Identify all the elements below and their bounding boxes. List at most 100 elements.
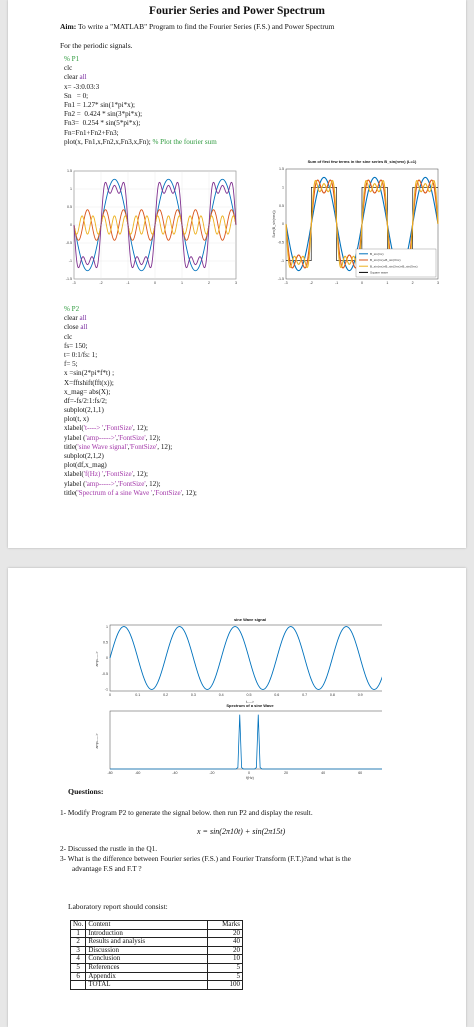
- figure-spectrum: Spectrum of a sine Wave -80 -60 -40 -20 0 20 4…: [95, 703, 382, 780]
- code-line: ylabel ('amp----->','FontSize', 12);: [64, 479, 161, 488]
- y-tick-label: -0.5: [66, 241, 72, 245]
- column-header-no: No.: [69, 920, 87, 930]
- code-line: x_mag= abs(X);: [64, 387, 111, 396]
- code-line: f= 5;: [64, 360, 78, 369]
- y-tick-label: 0: [106, 656, 108, 660]
- equation: x = sin(2π10t) + sin(2π15t): [197, 827, 286, 836]
- code-line: Fn=Fn1+Fn2+Fn3;: [64, 128, 119, 137]
- questions-heading: Questions:: [68, 787, 104, 796]
- x-tick-label: 0.2: [163, 693, 168, 697]
- y-axis-label: Sum(B_sin(nπx)): [272, 210, 276, 237]
- column-header-marks: Marks: [207, 920, 243, 930]
- x-tick-label: 1: [386, 281, 388, 285]
- row-marks: 100: [207, 980, 243, 990]
- code-line: % P1: [64, 55, 80, 63]
- x-tick-label: 2: [208, 281, 210, 285]
- code-line: df=-fs/2:1:fs/2;: [64, 396, 108, 405]
- y-tick-labels: 1 0.5 0 -0.5 -1: [102, 625, 108, 692]
- x-tick-label: 40: [321, 771, 325, 775]
- x-tick-labels: -80-60-40-20020406080: [107, 771, 362, 775]
- legend-label: B_sin(πx)+B_sin(3πx): [370, 258, 401, 262]
- code-line: ylabel ('amp----->','FontSize', 12);: [64, 433, 161, 442]
- code-line: subplot(2,1,2): [64, 452, 104, 460]
- legend-label: B_sin(πx)+B_sin(3πx)+B_sin(5πx): [370, 264, 418, 268]
- marks-table: No. Content Marks 1 Introduction 20 2 Result…: [69, 920, 243, 990]
- x-tick-label: 0.5: [247, 693, 252, 697]
- page-title: Fourier Series and Power Spectrum: [149, 5, 325, 17]
- code-line: t= 0:1/fs: 1;: [64, 350, 98, 359]
- x-tick-label: 0.1: [135, 693, 140, 697]
- x-tick-label: 0.4: [219, 693, 224, 697]
- code-line: close all: [64, 323, 88, 332]
- x-tick-labels: -3 -2 -1 0 1 2 3: [72, 281, 237, 285]
- matlab-code-p2: % P2 clear all close all clc fs= 150; t= 0:1/…: [64, 305, 197, 498]
- x-tick-label: -1: [335, 281, 338, 285]
- y-tick-label: 0.5: [67, 205, 72, 209]
- y-tick-label: 1.5: [279, 167, 284, 171]
- y-tick-label: 0: [70, 223, 72, 227]
- figure-title: Spectrum of a sine Wave: [226, 703, 274, 708]
- x-tick-label: 0: [248, 771, 250, 775]
- figure-partial-sums: Sum of first few terms in the sine serie…: [272, 159, 439, 285]
- code-line: clc: [64, 332, 73, 341]
- column-header-content: Content: [85, 920, 208, 930]
- question-3: 3- What is the difference between Fourie…: [60, 854, 351, 863]
- lab-report-heading: Laboratory report should consist:: [68, 902, 168, 911]
- code-line: plot(t, x): [64, 415, 89, 424]
- aim-text: To write a "MATLAB" Program to find the …: [78, 22, 335, 31]
- table-row: 5 References 5: [69, 962, 243, 973]
- code-line: title('sine Wave signal','FontSize', 12)…: [64, 442, 173, 451]
- figure-fourier-terms: 1.5 1 0.5 0 -0.5 -1 -1.5 -3 -2 -1 0 1 2 3: [66, 169, 237, 285]
- x-tick-label: 0.6: [274, 693, 279, 697]
- y-tick-label: -0.5: [278, 241, 284, 245]
- x-tick-label: -3: [284, 281, 287, 285]
- x-tick-label: -2: [99, 281, 102, 285]
- y-tick-labels: 1.5 1 0.5 0 -0.5 -1 -1.5: [66, 169, 72, 281]
- x-tick-labels: 00.10.20.30.40.50.60.70.80.91: [109, 693, 363, 697]
- question-1: 1- Modify Program P2 to generate the sig…: [60, 808, 313, 817]
- code-line: X=fftshift(fft(x));: [64, 378, 114, 387]
- x-tick-label: 60: [358, 771, 362, 775]
- y-tick-label: 1: [106, 625, 108, 629]
- x-tick-label: 3: [437, 281, 439, 285]
- code-line: title('Spectrum of a sine Wave ','FontSi…: [64, 488, 197, 497]
- row-content: Results and analysis: [85, 937, 208, 947]
- table-row: TOTAL 100: [69, 980, 243, 990]
- code-line: fs= 150;: [64, 341, 88, 350]
- plot-area: [109, 624, 382, 692]
- question-2: 2- Discussed the rustle in the Q1.: [60, 844, 158, 853]
- x-tick-label: 1: [181, 281, 183, 285]
- y-tick-label: 0.5: [103, 640, 108, 644]
- x-tick-label: 0: [361, 281, 363, 285]
- x-tick-label: 0.9: [358, 693, 363, 697]
- code-line: x =sin(2*pi*f*t) ;: [64, 369, 115, 378]
- x-tick-label: 0: [109, 693, 111, 697]
- code-line: Fn3= 0.254 * sin(5*pi*x);: [64, 119, 141, 128]
- y-tick-label: 1: [282, 186, 284, 190]
- legend: B_sin(πx) B_sin(πx)+B_sin(3πx) B_sin(πx)+B…: [355, 248, 437, 278]
- code-line: subplot(2,1,1): [64, 406, 104, 415]
- row-content: TOTAL: [85, 980, 208, 990]
- row-number: 6: [69, 971, 87, 982]
- code-line: xlabel('t----> ','FontSize', 12);: [64, 424, 149, 433]
- row-marks: 40: [207, 937, 243, 947]
- figure-title: Sum of first few terms in the sine serie…: [308, 159, 417, 164]
- table-row: 2 Results and analysis 40: [69, 937, 243, 947]
- x-tick-label: 2: [412, 281, 414, 285]
- x-tick-label: 0.7: [302, 693, 307, 697]
- code-line: Sn = 0;: [64, 91, 89, 100]
- code-line: plot(df,x_mag): [64, 461, 107, 470]
- question-3-continued: advantage F.S and F.T ?: [72, 864, 142, 873]
- y-axis-label: amp----->: [95, 651, 99, 666]
- x-tick-label: 0.8: [330, 693, 335, 697]
- legend-label: Square wave: [370, 271, 388, 275]
- matlab-code-p1: % P1 clc clear all x= -3:0.03:3 Sn = 0; Fn1 =…: [64, 55, 217, 147]
- row-number: 2: [69, 937, 87, 947]
- y-tick-label: 0.5: [279, 204, 284, 208]
- x-tick-labels: -3 -2 -1 0 1 2 3: [284, 281, 439, 285]
- y-tick-label: -1.5: [66, 277, 72, 281]
- y-tick-label: -1: [69, 259, 72, 263]
- row-number: 5: [69, 962, 87, 973]
- code-line: x= -3:0.03:3: [64, 82, 100, 91]
- x-tick-label: 3: [235, 281, 237, 285]
